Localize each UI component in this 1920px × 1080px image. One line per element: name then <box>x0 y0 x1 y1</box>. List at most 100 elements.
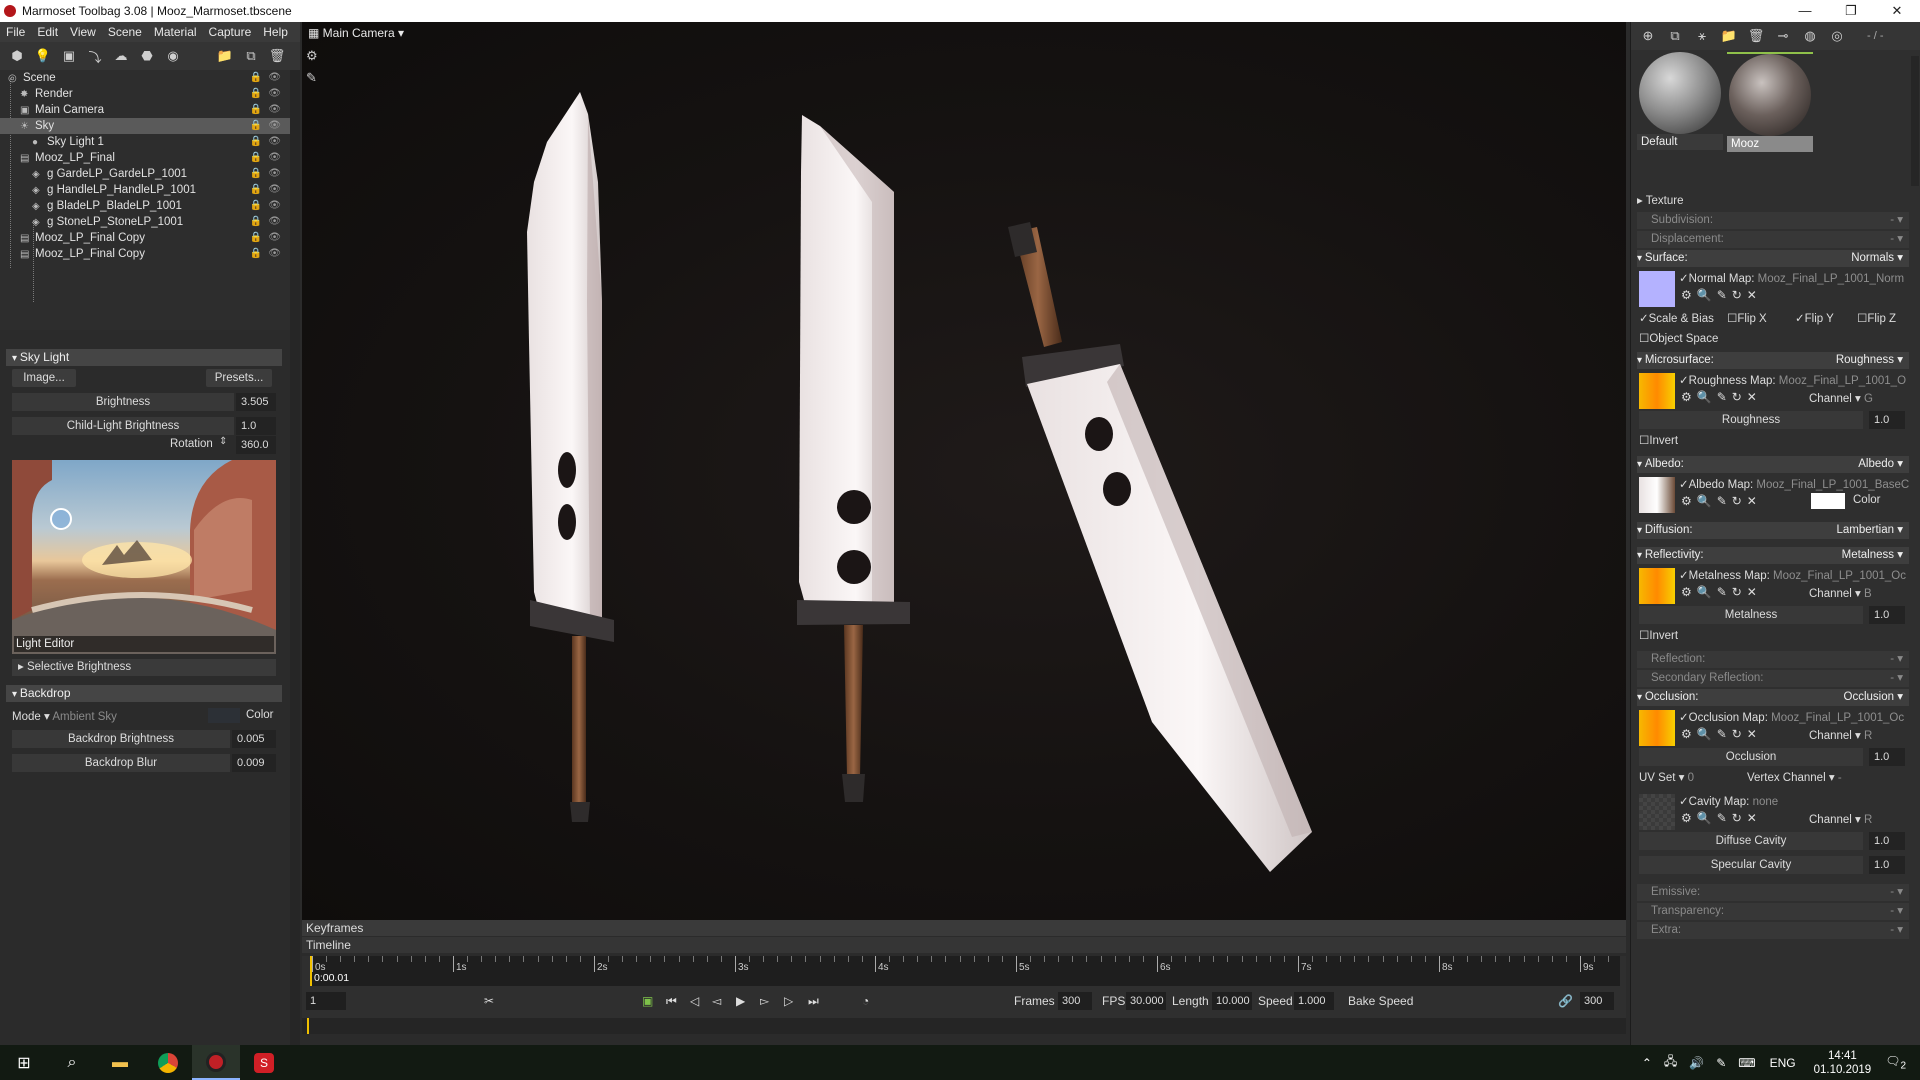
visibility-lock-icons[interactable]: 🔒👁 <box>250 150 287 166</box>
roughness-value[interactable]: 1.0 <box>1869 411 1905 429</box>
visibility-lock-icons[interactable]: 🔒👁 <box>250 70 287 86</box>
sun-handle-icon[interactable] <box>50 508 72 530</box>
substance-painter-icon[interactable]: S <box>240 1045 288 1080</box>
delete-material-icon[interactable]: 🗑 <box>1745 25 1767 47</box>
albedo-map-row[interactable]: ✓Albedo Map: Mooz_Final_LP_1001_BaseC <box>1679 477 1915 491</box>
normal-map-swatch[interactable] <box>1639 271 1675 307</box>
volume-icon[interactable]: 🔊 <box>1689 1056 1704 1070</box>
vertex-channel-dropdown[interactable]: Vertex Channel ▾ - <box>1747 770 1842 784</box>
occlusion-channel-dropdown[interactable]: Channel ▾ R <box>1809 728 1872 742</box>
cavity-channel-dropdown[interactable]: Channel ▾ R <box>1809 812 1872 826</box>
occlusion-map-row[interactable]: ✓Occlusion Map: Mooz_Final_LP_1001_Oc <box>1679 710 1915 724</box>
scene-tree-item[interactable]: ☀ Sky 🔒👁 <box>0 118 299 134</box>
diffuse-cavity-slider[interactable]: Diffuse Cavity <box>1639 832 1863 850</box>
scale-bias-checkbox[interactable]: ✓Scale & Bias <box>1639 311 1714 325</box>
scene-tree-item[interactable]: ▣ Main Camera 🔒👁 <box>0 102 299 118</box>
metalness-slider[interactable]: Metalness <box>1639 606 1863 624</box>
scene-tree-item[interactable]: ▤ Mooz_LP_Final Copy 🔒👁 <box>0 246 299 262</box>
speed-dial-icon[interactable]: ◔ <box>862 994 869 1008</box>
length-input[interactable]: 10.000 <box>1212 992 1252 1010</box>
uv-set-dropdown[interactable]: UV Set ▾ 0 <box>1639 770 1694 784</box>
child-light-brightness-slider[interactable]: Child-Light Brightness <box>12 417 234 435</box>
menu-material[interactable]: Material <box>148 25 203 39</box>
visibility-lock-icons[interactable]: 🔒👁 <box>250 102 287 118</box>
timeline-ruler[interactable]: 0:00.01 0s 1s 2s 3s 4s 5s 6s 7s 8s 9s <box>310 956 1620 986</box>
add-object-icon[interactable]: ⬢ <box>6 45 28 67</box>
pen-icon[interactable]: ✎ <box>1716 1056 1726 1070</box>
scene-tree-item[interactable]: ▤ Mooz_LP_Final Copy 🔒👁 <box>0 230 299 246</box>
occlusion-slider[interactable]: Occlusion <box>1639 748 1863 766</box>
scene-tree-item[interactable]: ◈ g HandleLP_HandleLP_1001 🔒👁 <box>0 182 299 198</box>
backdrop-color-swatch[interactable] <box>208 708 240 723</box>
object-space-checkbox[interactable]: ☐Object Space <box>1639 331 1718 345</box>
chrome-icon[interactable] <box>144 1045 192 1080</box>
occlusion-section[interactable]: Occlusion:Occlusion ▾ <box>1637 689 1909 706</box>
flip-x-checkbox[interactable]: ☐Flip X <box>1727 311 1767 325</box>
loop-icon[interactable]: ▣ <box>642 994 653 1008</box>
transparency-row[interactable]: Transparency: - ▾ <box>1637 903 1909 920</box>
menu-help[interactable]: Help <box>257 25 294 39</box>
displacement-row[interactable]: Displacement: - ▾ <box>1637 231 1909 248</box>
next-key-icon[interactable]: ▷ <box>784 994 793 1008</box>
menu-capture[interactable]: Capture <box>203 25 258 39</box>
backdrop-brightness-value[interactable]: 0.005 <box>232 730 276 748</box>
language-indicator[interactable]: ENG <box>1770 1056 1796 1070</box>
left-scrollbar[interactable] <box>290 70 300 1045</box>
brightness-slider[interactable]: Brightness <box>12 393 234 411</box>
map-tool-icons[interactable]: ⚙🔍✎↻✕ <box>1681 727 1762 741</box>
flip-z-checkbox[interactable]: ☐Flip Z <box>1857 311 1896 325</box>
cavity-map-row[interactable]: ✓Cavity Map: none <box>1679 794 1915 808</box>
menu-edit[interactable]: Edit <box>31 25 64 39</box>
menu-view[interactable]: View <box>64 25 102 39</box>
delete-icon[interactable]: 🗑 <box>266 45 288 67</box>
add-fog-icon[interactable]: ☁ <box>110 45 132 67</box>
diffusion-dropdown[interactable]: Lambertian ▾ <box>1836 522 1903 539</box>
occlusion-dropdown[interactable]: Occlusion ▾ <box>1844 689 1903 706</box>
metalness-map-swatch[interactable] <box>1639 568 1675 604</box>
skip-start-icon[interactable]: ⏮ <box>666 994 677 1009</box>
map-tool-icons[interactable]: ⚙🔍✎↻✕ <box>1681 585 1762 599</box>
metalness-map-row[interactable]: ✓Metalness Map: Mooz_Final_LP_1001_Oc <box>1679 568 1915 582</box>
assign-material-icon[interactable]: ◍ <box>1799 25 1821 47</box>
visibility-lock-icons[interactable]: 🔒👁 <box>250 246 287 262</box>
visibility-lock-icons[interactable]: 🔒👁 <box>250 198 287 214</box>
minimize-button[interactable]: — <box>1782 0 1828 22</box>
scene-tree-item[interactable]: ▤ Mooz_LP_Final 🔒👁 <box>0 150 299 166</box>
image-button[interactable]: Image... <box>12 369 76 387</box>
surface-dropdown[interactable]: Normals ▾ <box>1851 250 1903 267</box>
add-shadow-catcher-icon[interactable]: ⬣ <box>136 45 158 67</box>
material-default[interactable]: Default <box>1637 52 1723 152</box>
frames-input[interactable]: 300 <box>1058 992 1092 1010</box>
specular-cavity-value[interactable]: 1.0 <box>1869 856 1905 874</box>
scene-tree-item[interactable]: ✸ Render 🔒👁 <box>0 86 299 102</box>
albedo-color-swatch[interactable] <box>1811 493 1845 509</box>
diffusion-section[interactable]: Diffusion:Lambertian ▾ <box>1637 522 1909 539</box>
open-folder-icon[interactable]: 📁 <box>214 45 236 67</box>
visibility-lock-icons[interactable]: 🔒👁 <box>250 86 287 102</box>
metalness-invert-checkbox[interactable]: ☐Invert <box>1639 628 1678 642</box>
scene-tree-item[interactable]: ◈ g GardeLP_GardeLP_1001 🔒👁 <box>0 166 299 182</box>
backdrop-blur-value[interactable]: 0.009 <box>232 754 276 772</box>
file-explorer-icon[interactable]: ▬ <box>96 1045 144 1080</box>
roughness-map-row[interactable]: ✓Roughness Map: Mooz_Final_LP_1001_O <box>1679 373 1915 387</box>
scene-tree-item[interactable]: ◈ g BladeLP_BladeLP_1001 🔒👁 <box>0 198 299 214</box>
menu-file[interactable]: File <box>0 25 31 39</box>
surface-section[interactable]: Surface:Normals ▾ <box>1637 250 1909 267</box>
step-back-icon[interactable]: ◅ <box>712 994 721 1008</box>
backdrop-blur-slider[interactable]: Backdrop Blur <box>12 754 230 772</box>
trim-icon[interactable]: ✂ <box>484 994 494 1008</box>
bake-speed-button[interactable]: Bake Speed <box>1348 994 1413 1008</box>
backdrop-header[interactable]: Backdrop <box>6 685 282 702</box>
timeline-track[interactable] <box>302 1018 1626 1034</box>
add-sky-icon[interactable]: ◉ <box>162 45 184 67</box>
map-tool-icons[interactable]: ⚙🔍✎↻✕ <box>1681 811 1762 825</box>
speed-input[interactable]: 1.000 <box>1294 992 1334 1010</box>
frame-input[interactable]: 1 <box>306 992 346 1010</box>
duplicate-icon[interactable]: ⧉ <box>240 45 262 67</box>
fps-input[interactable]: 30.000 <box>1126 992 1166 1010</box>
reflection-row[interactable]: Reflection: - ▾ <box>1637 651 1909 668</box>
normal-map-row[interactable]: ✓Normal Map: Mooz_Final_LP_1001_Norm <box>1679 271 1915 285</box>
prev-key-icon[interactable]: ◁ <box>690 994 699 1008</box>
scene-tree-item[interactable]: ● Sky Light 1 🔒👁 <box>0 134 299 150</box>
metalness-channel-dropdown[interactable]: Channel ▾ B <box>1809 586 1872 600</box>
